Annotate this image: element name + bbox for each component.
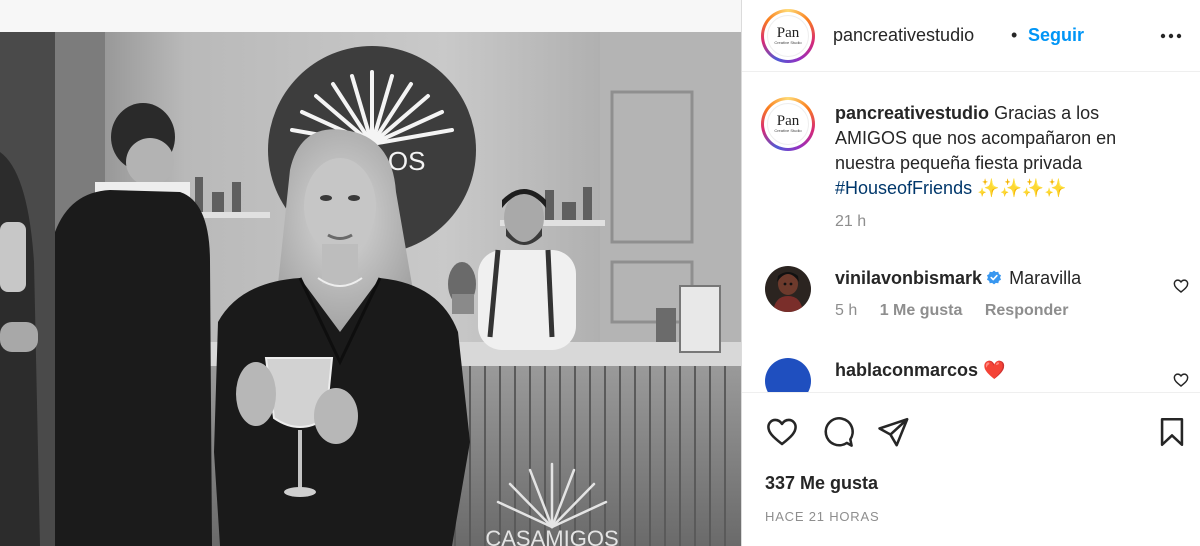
avatar-logo-text: Pan [776,113,800,130]
commenter-avatar[interactable] [765,266,811,312]
header-username-link[interactable]: pancreativestudio [833,25,974,46]
separator-dot: • [1011,25,1018,45]
comment-meta: 5 h 1 Me gusta Responder [835,302,1086,320]
follow-button[interactable]: Seguir [1028,25,1084,46]
avatar: Pan Creative Studio [767,103,809,145]
verified-badge-icon [987,270,1002,285]
comment-likes-link[interactable]: 1 Me gusta [880,302,963,319]
caption-timestamp[interactable]: 21 h [835,213,866,231]
post-timestamp[interactable]: HACE 21 HORAS [765,509,879,524]
post-actions: 337 Me gusta HACE 21 HORAS [742,392,1200,546]
comment-text: hablaconmarcos ❤️ [835,358,1006,382]
caption-text-block: pancreativestudio Gracias a los AMIGOS q… [835,101,1165,201]
photo-scene: CA IGOS [0,32,741,546]
comment-username-link[interactable]: vinilavonbismark [835,268,982,288]
sparkles-emoji: ✨✨✨✨ [977,178,1067,198]
avatar: Pan Creative Studio [767,15,809,57]
comment-text: vinilavonbismark Maravilla [835,266,1081,290]
avatar-logo-subtext: Creative Studio [774,40,802,46]
post-header: Pan Creative Studio pancreativestudio • … [742,0,1200,72]
post-side-panel: Pan Creative Studio pancreativestudio • … [741,0,1200,546]
comment-timestamp[interactable]: 5 h [835,302,857,319]
likes-count[interactable]: 337 Me gusta [765,473,878,494]
comment-icon[interactable] [821,415,855,449]
share-icon[interactable] [876,415,910,449]
heart-icon[interactable] [1173,372,1189,388]
caption-username-link[interactable]: pancreativestudio [835,103,989,123]
avatar-image [765,266,811,312]
comment-item: hablaconmarcos ❤️ [742,358,1200,392]
bar-logo-text: CASAMIGOS [485,526,618,546]
hashtag-link[interactable]: #HouseofFriends [835,178,972,198]
avatar-logo-text: Pan [776,25,800,42]
commenter-avatar[interactable] [765,358,811,392]
avatar-logo-subtext: Creative Studio [774,128,802,134]
heart-icon[interactable] [1173,278,1189,294]
comment-item: vinilavonbismark Maravilla 5 h 1 Me gust… [742,266,1200,326]
comment-body: Maravilla [1009,268,1082,288]
heart-icon[interactable] [765,415,799,449]
post-photo[interactable]: CA IGOS [0,32,741,546]
bookmark-icon[interactable] [1155,415,1189,449]
caption-avatar[interactable]: Pan Creative Studio [761,97,815,151]
story-ring-avatar[interactable]: Pan Creative Studio [761,9,815,63]
comment-username-link[interactable]: hablaconmarcos [835,360,978,380]
reply-button[interactable]: Responder [985,302,1069,319]
more-options-icon[interactable] [1159,28,1183,44]
post-media-area: CA IGOS [0,0,741,546]
heart-emoji: ❤️ [983,360,1006,380]
